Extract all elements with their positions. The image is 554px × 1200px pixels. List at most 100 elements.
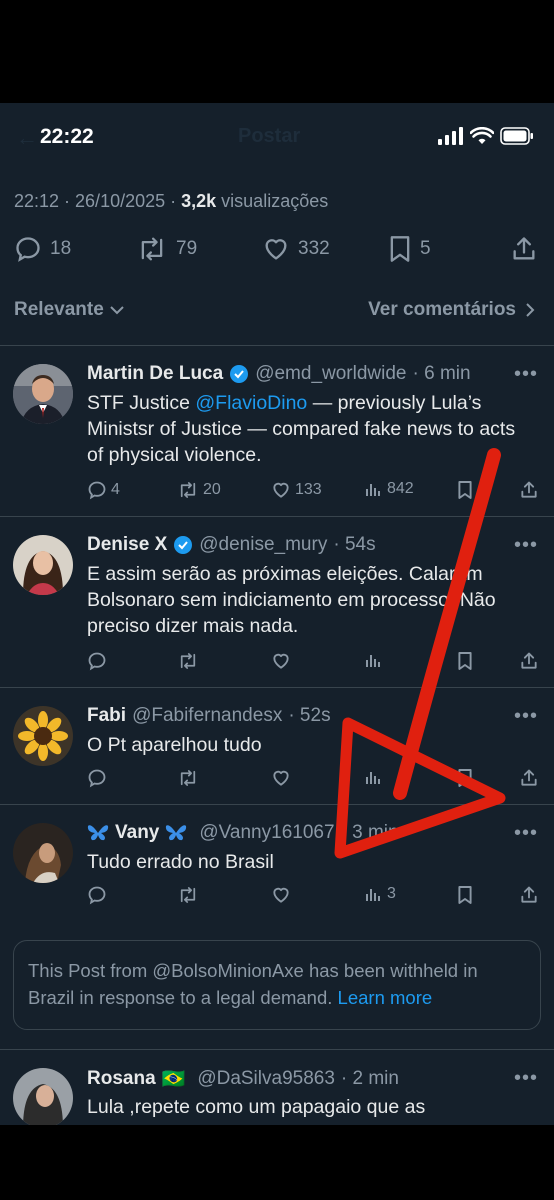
- bookmark-stat[interactable]: 5: [388, 235, 431, 263]
- avatar[interactable]: [13, 364, 73, 424]
- reply-count: 18: [50, 238, 72, 259]
- app-screen: ← Postar 22:22 22:12 · 26/10/2025 · 3,2k…: [0, 103, 554, 1125]
- reply-item[interactable]: Denise X @denise_mury · 54s ••• E assim …: [0, 517, 554, 687]
- views-chart-icon: [366, 889, 380, 901]
- more-options-icon[interactable]: •••: [514, 1067, 538, 1090]
- butterfly-emoji-icon: [87, 825, 109, 841]
- share-button[interactable]: [510, 235, 538, 263]
- repost-button[interactable]: 20: [177, 480, 221, 500]
- reply-actions: [87, 768, 547, 794]
- status-time: 22:22: [40, 125, 94, 148]
- author-name[interactable]: Rosana: [87, 1068, 156, 1090]
- reply-header: Denise X @denise_mury · 54s: [87, 534, 376, 556]
- repost-stat[interactable]: 79: [136, 235, 197, 263]
- reply-text: O Pt aparelhou tudo: [87, 734, 262, 756]
- bookmark-button[interactable]: [457, 480, 473, 500]
- repost-button[interactable]: [177, 651, 199, 671]
- views-button[interactable]: 3: [365, 885, 396, 903]
- reply-icon: [16, 237, 40, 262]
- chevron-down-icon: [110, 306, 124, 315]
- repost-button[interactable]: [177, 768, 199, 788]
- like-count: 332: [298, 238, 330, 259]
- reply-item[interactable]: Fabi @Fabifernandesx · 52s ••• O Pt apar…: [0, 688, 554, 804]
- withheld-notice: This Post from @BolsoMinionAxe has been …: [13, 940, 541, 1030]
- bookmark-button[interactable]: [457, 651, 473, 671]
- reply-header: Martin De Luca @emd_worldwide · 6 min: [87, 363, 471, 385]
- repost-button[interactable]: [177, 885, 199, 905]
- reply-item[interactable]: Rosana 🇧🇷 @DaSilva95863 · 2 min ••• Lula…: [0, 1050, 554, 1125]
- heart-icon: [273, 887, 289, 903]
- more-options-icon[interactable]: •••: [514, 705, 538, 728]
- bookmark-button[interactable]: [457, 885, 473, 905]
- author-handle[interactable]: @Fabifernandesx: [132, 705, 282, 727]
- views-button[interactable]: 842: [365, 480, 414, 498]
- avatar[interactable]: [13, 1068, 73, 1125]
- reply-count: 4: [111, 481, 120, 498]
- views-button[interactable]: [365, 768, 383, 786]
- bookmark-count: 5: [420, 238, 431, 259]
- reply-icon: [88, 652, 106, 671]
- avatar[interactable]: [13, 823, 73, 883]
- author-handle[interactable]: @DaSilva95863: [197, 1068, 335, 1090]
- share-button[interactable]: [519, 480, 539, 500]
- views-button[interactable]: [365, 651, 383, 669]
- chevron-right-icon: [526, 303, 535, 317]
- repost-count: 20: [203, 481, 221, 498]
- avatar[interactable]: [13, 535, 73, 595]
- bookmark-icon: [458, 769, 472, 787]
- reply-actions: [87, 651, 547, 677]
- share-button[interactable]: [519, 885, 539, 905]
- mention-link[interactable]: @FlavioDino: [195, 392, 307, 414]
- like-button[interactable]: [271, 768, 291, 788]
- brazil-flag-icon: 🇧🇷: [161, 1069, 186, 1090]
- view-comments-link[interactable]: Ver comentários: [368, 299, 536, 321]
- author-handle[interactable]: @emd_worldwide: [255, 363, 406, 385]
- author-name[interactable]: Martin De Luca: [87, 363, 223, 385]
- reply-item[interactable]: Vany @Vanny161067 · 3 min ••• Tudo errad…: [0, 805, 554, 921]
- cellular-signal-icon: [438, 127, 463, 145]
- like-button[interactable]: [271, 885, 291, 905]
- bookmark-button[interactable]: [457, 768, 473, 788]
- sort-dropdown[interactable]: Relevante: [14, 299, 126, 321]
- reply-header: Fabi @Fabifernandesx · 52s: [87, 705, 331, 727]
- heart-icon: [273, 482, 289, 498]
- reply-button[interactable]: 4: [87, 480, 120, 500]
- more-options-icon[interactable]: •••: [514, 534, 538, 557]
- reply-button[interactable]: [87, 651, 107, 671]
- reply-text-part: STF Justice: [87, 392, 196, 414]
- learn-more-link[interactable]: Learn more: [338, 987, 433, 1008]
- repost-icon: [180, 653, 196, 669]
- like-button[interactable]: 133: [271, 480, 322, 500]
- verified-badge-icon: [230, 365, 249, 383]
- back-arrow-icon[interactable]: ←: [16, 125, 38, 151]
- views-label: visualizações: [216, 191, 329, 211]
- avatar[interactable]: [13, 706, 73, 766]
- reply-icon: [88, 769, 106, 788]
- author-handle[interactable]: @Vanny161067: [199, 822, 334, 844]
- share-button[interactable]: [519, 651, 539, 671]
- like-button[interactable]: [271, 651, 291, 671]
- author-handle[interactable]: @denise_mury: [199, 534, 327, 556]
- views-count: 3,2k: [181, 191, 217, 211]
- sort-bar: Relevante Ver comentários: [0, 295, 554, 335]
- repost-count: 79: [176, 238, 198, 259]
- reply-text: Tudo errado no Brasil: [87, 851, 274, 873]
- reply-time: · 2 min: [340, 1068, 399, 1089]
- reply-header: Rosana 🇧🇷 @DaSilva95863 · 2 min: [87, 1067, 399, 1091]
- butterfly-emoji-icon: [166, 825, 187, 841]
- author-name[interactable]: Denise X: [87, 534, 167, 556]
- more-options-icon[interactable]: •••: [514, 363, 538, 386]
- reply-stat[interactable]: 18: [14, 235, 71, 263]
- author-name[interactable]: Fabi: [87, 705, 126, 727]
- more-options-icon[interactable]: •••: [514, 822, 538, 845]
- reply-time: · 3 min: [340, 822, 399, 843]
- reply-item[interactable]: Martin De Luca @emd_worldwide · 6 min ••…: [0, 346, 554, 516]
- share-button[interactable]: [519, 768, 539, 788]
- reply-text: Lula ,repete como um papagaio que as: [87, 1096, 426, 1118]
- heart-icon: [273, 653, 289, 669]
- repost-icon: [141, 237, 163, 261]
- reply-button[interactable]: [87, 768, 107, 788]
- author-name[interactable]: Vany: [115, 822, 159, 844]
- like-stat[interactable]: 332: [262, 235, 330, 263]
- reply-button[interactable]: [87, 885, 107, 905]
